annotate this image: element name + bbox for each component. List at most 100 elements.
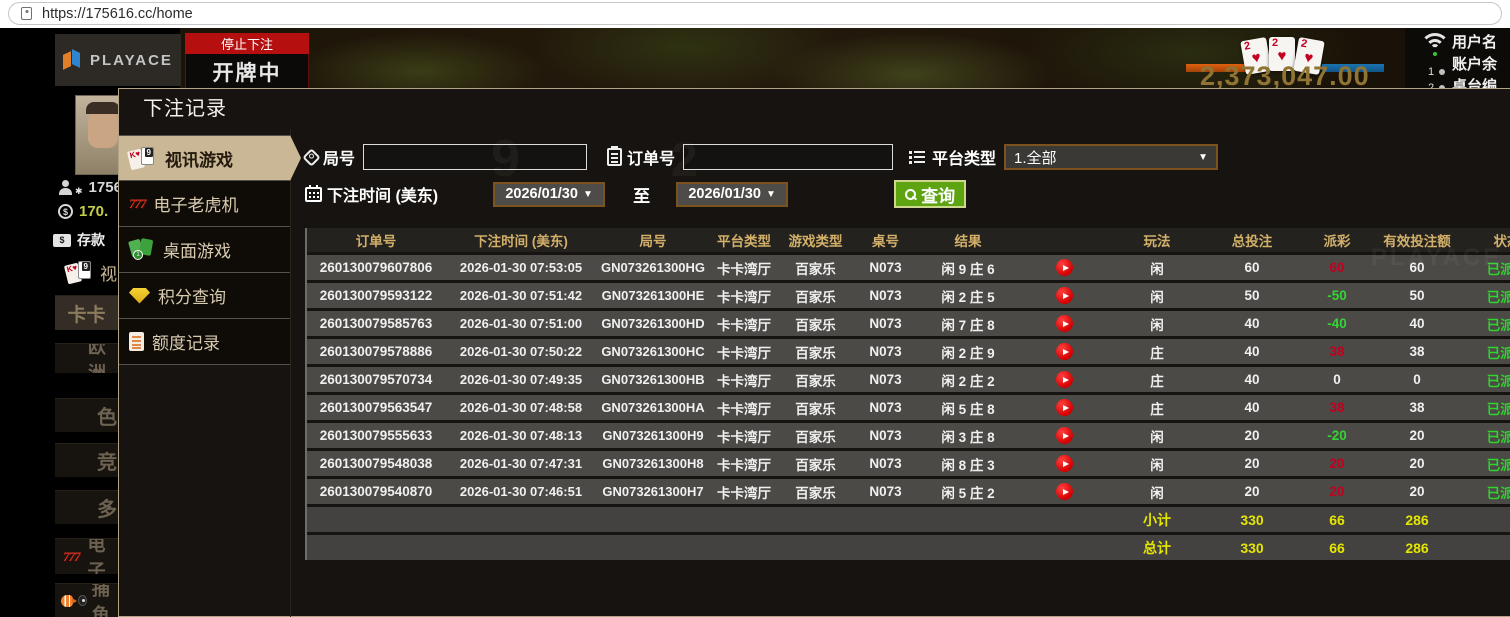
status-cell: 已派彩 xyxy=(1486,485,1510,501)
hall-tab-active[interactable]: 卡卡 xyxy=(55,295,118,330)
user-id: 1756 xyxy=(88,179,122,196)
replay-button[interactable] xyxy=(1056,427,1073,444)
replay-button[interactable] xyxy=(1056,399,1073,416)
total-round xyxy=(597,535,709,560)
subtotal-valid-bet: 286 xyxy=(1405,511,1429,528)
game-cell: 百家乐 xyxy=(795,317,836,333)
platform-cell: 卡卡湾厅 xyxy=(717,289,771,305)
total-bet-cell: 20 xyxy=(1244,456,1260,471)
valid-bet-cell: 20 xyxy=(1409,484,1425,499)
subtotal-total-bet: 330 xyxy=(1240,511,1264,528)
hall-tab[interactable]: 色 xyxy=(55,398,118,432)
total-platform xyxy=(709,535,779,560)
replay-button[interactable] xyxy=(1056,343,1073,360)
replay-button[interactable] xyxy=(1056,455,1073,472)
round-cell: GN073261300HB xyxy=(601,372,705,387)
tab-table-games[interactable]: 1 桌面游戏 xyxy=(119,227,290,273)
replay-button[interactable] xyxy=(1056,287,1073,304)
address-bar[interactable]: https://175616.cc/home xyxy=(8,2,1502,25)
result-cell: 闲 2 庄 5 xyxy=(941,289,995,305)
bet-records-table: 订单号 下注时间 (美东) 局号 平台类型 游戏类型 桌号 结果 玩法 总投注 … xyxy=(305,228,1510,560)
platform-cell: 卡卡湾厅 xyxy=(717,261,771,277)
table-no-cell: N073 xyxy=(869,344,902,359)
game-cell: 百家乐 xyxy=(795,457,836,473)
replay-button[interactable] xyxy=(1056,315,1073,332)
header-table-no: 桌号 xyxy=(872,234,899,249)
tab-slots[interactable]: 777 电子老虎机 xyxy=(119,181,290,227)
valid-bet-cell: 38 xyxy=(1409,400,1425,415)
subtotal-time xyxy=(445,507,597,532)
table-games-icon: 1 xyxy=(128,237,155,262)
date-from-select[interactable]: 2026/01/30 ▼ xyxy=(493,181,606,207)
search-button[interactable]: 查询 xyxy=(894,180,967,208)
hall-tab[interactable]: 竞 xyxy=(55,443,118,477)
order-input[interactable] xyxy=(683,144,894,170)
cards-icon: K♥ 9 xyxy=(126,146,157,171)
table-status-banner: 停止下注 开牌中 xyxy=(185,33,309,91)
time-cell: 2026-01-30 07:50:22 xyxy=(459,344,583,359)
game-cell: 百家乐 xyxy=(795,373,836,389)
total-bet-cell: 60 xyxy=(1244,260,1260,275)
screen: https://175616.cc/home PLAYACE 停止下注 开牌中 … xyxy=(0,0,1510,617)
result-cell: 闲 2 庄 9 xyxy=(941,345,995,361)
status-cell: 已派彩 xyxy=(1486,345,1510,361)
table-row: 260130079578886 2026-01-30 07:50:22 GN0732… xyxy=(307,339,1510,364)
orb-icon xyxy=(78,595,87,606)
round-cell: GN073261300H8 xyxy=(602,456,704,471)
total-bet-cell: 40 xyxy=(1244,344,1260,359)
time-cell: 2026-01-30 07:49:35 xyxy=(459,372,583,387)
payout-cell: 60 xyxy=(1329,260,1345,275)
total-bet-cell: 50 xyxy=(1244,288,1260,303)
time-cell: 2026-01-30 07:48:13 xyxy=(459,428,583,443)
order-cell: 260130079585763 xyxy=(319,316,433,331)
status-cell: 已派彩 xyxy=(1486,401,1510,417)
table-no-cell: N073 xyxy=(869,288,902,303)
document-icon xyxy=(129,332,144,351)
tab-video-games[interactable]: K♥ 9 视讯游戏 xyxy=(119,135,290,181)
cards-icon: K♥ 9 xyxy=(63,260,94,285)
round-input[interactable] xyxy=(363,144,588,170)
video-games-nav[interactable]: K♥ 9 视 xyxy=(63,260,117,285)
header-replay xyxy=(1017,228,1112,252)
replay-button[interactable] xyxy=(1056,483,1073,500)
order-cell: 260130079563547 xyxy=(319,400,433,415)
result-cell: 闲 5 庄 2 xyxy=(941,485,995,501)
hall-tab[interactable]: 多 xyxy=(55,490,118,524)
round-cell: GN073261300HE xyxy=(601,288,705,303)
total-bet-cell: 40 xyxy=(1244,372,1260,387)
hall-tab[interactable]: 欧洲 xyxy=(55,343,118,373)
dealing-status-label: 开牌中 xyxy=(185,54,309,91)
replay-button[interactable] xyxy=(1056,259,1073,276)
tab-quota-records[interactable]: 额度记录 xyxy=(119,319,290,365)
table-no-cell: N073 xyxy=(869,372,902,387)
time-cell: 2026-01-30 07:51:00 xyxy=(459,316,583,331)
subtotal-status xyxy=(1462,507,1510,532)
tab-points-query[interactable]: 积分查询 xyxy=(119,273,290,319)
to-label: 至 xyxy=(633,186,651,206)
table-row: 260130079548038 2026-01-30 07:47:31 GN0732… xyxy=(307,451,1510,476)
play-type-cell: 庄 xyxy=(1150,345,1164,361)
subtotal-table-no xyxy=(852,507,919,532)
fishing-nav[interactable]: 捕鱼 xyxy=(55,583,118,617)
platform-cell: 卡卡湾厅 xyxy=(717,373,771,389)
platform-cell: 卡卡湾厅 xyxy=(717,429,771,445)
result-cell: 闲 2 庄 2 xyxy=(941,373,995,389)
replay-cell xyxy=(1017,367,1112,392)
slots-nav[interactable]: 777 电子 xyxy=(55,538,118,574)
game-cell: 百家乐 xyxy=(795,485,836,501)
subtotal-play-type: 小计 xyxy=(1143,511,1171,528)
replay-cell xyxy=(1017,451,1112,476)
total-row: 总计 330 66 286 xyxy=(307,535,1510,560)
date-to-select[interactable]: 2026/01/30 ▼ xyxy=(676,181,789,207)
replay-button[interactable] xyxy=(1056,371,1073,388)
time-cell: 2026-01-30 07:51:42 xyxy=(459,288,583,303)
table-header: 订单号 下注时间 (美东) 局号 平台类型 游戏类型 桌号 结果 玩法 总投注 … xyxy=(307,228,1510,252)
order-cell: 260130079607806 xyxy=(319,260,433,275)
table-row: 260130079563547 2026-01-30 07:48:58 GN0732… xyxy=(307,395,1510,420)
modal-title: 下注记录 xyxy=(143,98,227,120)
table-row: 260130079570734 2026-01-30 07:49:35 GN0732… xyxy=(307,367,1510,392)
payout-cell: -50 xyxy=(1327,288,1347,303)
platform-select[interactable]: 1.全部 ▼ xyxy=(1004,144,1219,170)
modal-sidebar: K♥ 9 视讯游戏 777 电子老虎机 1 桌面游戏 积分查询 额度记录 xyxy=(119,129,291,617)
deposit-button[interactable]: $ 存款 xyxy=(53,230,105,250)
